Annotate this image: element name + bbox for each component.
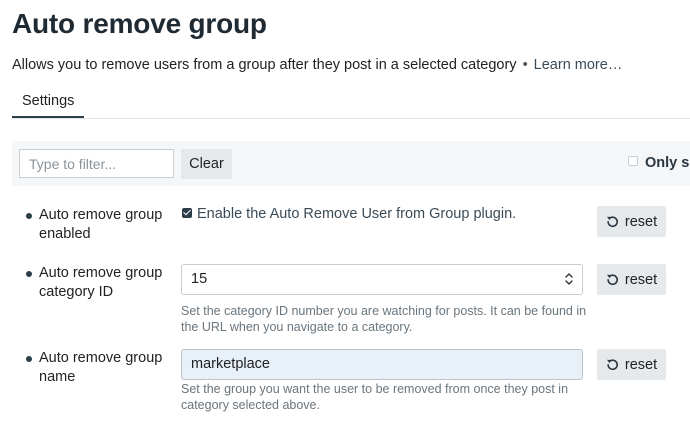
tab-settings[interactable]: Settings	[12, 86, 85, 118]
setting-help-text: Set the category ID number you are watch…	[181, 304, 587, 334]
reset-button[interactable]: reset	[597, 206, 666, 237]
group-name-input[interactable]: marketplace	[181, 349, 583, 380]
category-id-input[interactable]: 15	[181, 264, 583, 295]
category-id-value: 15	[191, 271, 208, 287]
only-show-overridden-toggle[interactable]: Only sh	[628, 155, 690, 171]
separator-bullet: •	[522, 57, 528, 73]
group-name-value: marketplace	[191, 356, 270, 372]
only-show-checkbox[interactable]	[628, 156, 638, 166]
plugin-description: Allows you to remove users from a group …	[12, 57, 622, 73]
undo-icon	[606, 273, 619, 286]
setting-label: Auto remove group enabled	[39, 207, 163, 242]
checkbox-label: Enable the Auto Remove User from Group p…	[197, 206, 517, 222]
reset-button[interactable]: reset	[597, 349, 666, 380]
setting-label: Auto remove group category ID	[39, 265, 163, 300]
setting-help-text: Set the group you want the user to be re…	[181, 382, 569, 412]
reset-label: reset	[624, 356, 658, 373]
only-show-label: Only sh	[645, 155, 690, 171]
filter-bar: Clear Only sh	[12, 141, 690, 186]
setting-bullet	[26, 356, 32, 362]
learn-more-link[interactable]: Learn more…	[534, 57, 623, 73]
undo-icon	[606, 215, 619, 228]
enable-plugin-checkbox[interactable]	[182, 208, 192, 218]
setting-bullet	[26, 271, 32, 277]
undo-icon	[606, 358, 619, 371]
page-title: Auto remove group	[12, 8, 267, 39]
reset-label: reset	[624, 213, 658, 230]
setting-label: Auto remove group name	[39, 350, 163, 385]
enable-plugin-checkbox-row[interactable]: Enable the Auto Remove User from Group p…	[182, 206, 516, 222]
tab-bar: Settings	[12, 86, 690, 119]
stepper-icon[interactable]	[565, 272, 573, 286]
description-text: Allows you to remove users from a group …	[12, 57, 517, 73]
reset-label: reset	[624, 271, 658, 288]
reset-button[interactable]: reset	[597, 264, 666, 295]
filter-input[interactable]	[19, 149, 174, 178]
setting-bullet	[26, 213, 32, 219]
clear-button[interactable]: Clear	[181, 149, 232, 179]
